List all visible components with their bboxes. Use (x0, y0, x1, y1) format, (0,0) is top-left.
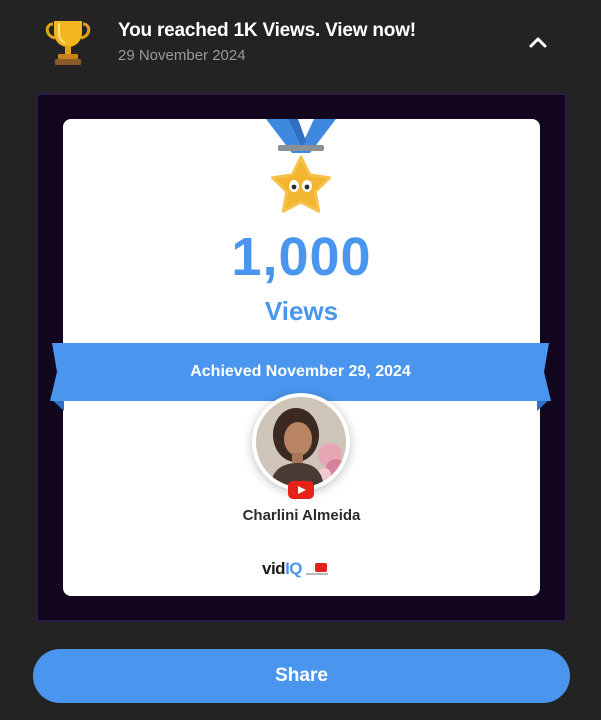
view-unit: Views (264, 296, 339, 326)
notification-title: You reached 1K Views. View now! (118, 20, 416, 41)
collapse-button[interactable] (524, 28, 552, 56)
brand-iq-text: IQ (285, 559, 303, 578)
medal-icon (266, 119, 336, 213)
notification-header[interactable]: You reached 1K Views. View now! 29 Novem… (0, 0, 601, 90)
brand-logo: vid IQ (262, 558, 329, 580)
view-count: 1,000 (231, 227, 372, 287)
trophy-icon (45, 21, 91, 65)
user-name: Charlini Almeida (242, 507, 361, 524)
notification-date: 29 November 2024 (118, 47, 246, 64)
profile-photo (256, 397, 346, 487)
achievement-date-label: Achieved November 29, 2024 (190, 363, 411, 380)
brand-vid-text: vid (262, 559, 286, 578)
youtube-partner-icon (306, 563, 329, 575)
avatar (252, 393, 350, 491)
share-button[interactable]: Share (33, 649, 570, 703)
chevron-up-icon (529, 37, 547, 48)
youtube-icon (288, 481, 314, 499)
